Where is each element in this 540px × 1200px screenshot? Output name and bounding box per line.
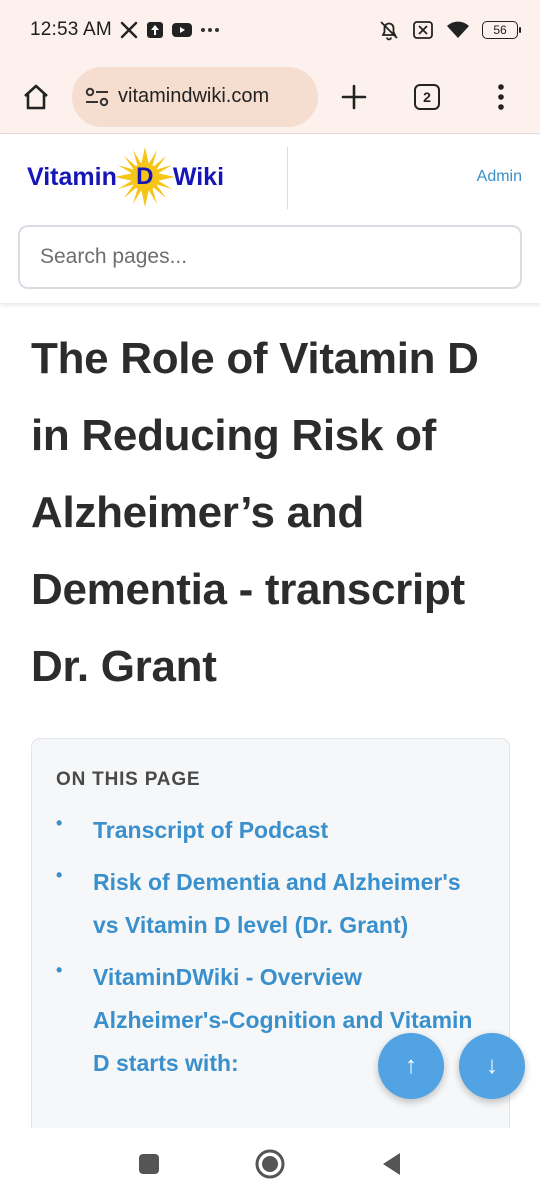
system-nav-bar — [0, 1128, 540, 1200]
tab-count: 2 — [414, 83, 440, 110]
logo-text-right: Wiki — [172, 162, 225, 191]
upload-icon — [146, 21, 164, 39]
recents-square-icon — [139, 1154, 159, 1174]
status-right: 56 — [378, 19, 521, 41]
more-dots-icon — [200, 27, 220, 33]
site-logo[interactable]: Vitamin D Wiki — [27, 147, 224, 207]
table-of-contents: ON THIS PAGE • Transcript of Podcast • R… — [31, 738, 510, 1178]
bell-muted-icon — [378, 19, 400, 41]
scroll-up-button[interactable]: ↑ — [378, 1033, 444, 1099]
home-button[interactable] — [12, 73, 60, 121]
recents-button[interactable] — [131, 1146, 167, 1182]
plus-icon — [341, 84, 367, 109]
address-bar[interactable]: vitamindwiki.com — [72, 66, 318, 127]
x-logo-icon — [120, 21, 138, 39]
battery-indicator: 56 — [482, 21, 521, 39]
admin-link[interactable]: Admin — [477, 168, 522, 186]
site-settings-icon[interactable] — [84, 86, 110, 108]
tab-switcher-button[interactable]: 2 — [403, 73, 451, 121]
toc-item-transcript[interactable]: • Transcript of Podcast — [56, 809, 485, 852]
logo-text-left: Vitamin — [27, 162, 117, 191]
logo-text-middle: D — [136, 163, 154, 190]
wifi-icon — [446, 20, 470, 40]
back-button[interactable] — [373, 1146, 409, 1182]
url-text: vitamindwiki.com — [118, 85, 270, 107]
arrow-up-icon: ↑ — [405, 1052, 417, 1079]
new-tab-button[interactable] — [330, 73, 378, 121]
toc-item-risk-of-dementia[interactable]: • Risk of Dementia and Alzheimer's vs Vi… — [56, 861, 485, 947]
back-triangle-icon — [383, 1153, 400, 1175]
bullet-icon: • — [56, 960, 63, 980]
status-bar: 12:53 AM 56 — [0, 0, 540, 60]
site-header: Vitamin D Wiki Admin Search pages... — [0, 135, 540, 303]
sim-disabled-icon — [412, 20, 434, 40]
home-icon — [24, 84, 48, 109]
browser-toolbar: vitamindwiki.com 2 — [0, 60, 540, 134]
scroll-down-button[interactable]: ↓ — [459, 1033, 525, 1099]
youtube-icon — [171, 22, 192, 38]
home-circle-icon — [255, 1149, 285, 1179]
toc-item-label: Risk of Dementia and Alzheimer's vs Vita… — [93, 869, 461, 938]
bullet-icon: • — [56, 813, 63, 833]
status-time: 12:53 AM — [30, 19, 112, 40]
kebab-menu-icon — [498, 83, 504, 110]
browser-menu-button[interactable] — [477, 73, 525, 121]
page-title: The Role of Vitamin D in Reducing Risk o… — [31, 334, 479, 691]
arrow-down-icon: ↓ — [486, 1052, 498, 1079]
bullet-icon: • — [56, 865, 63, 885]
search-box[interactable] — [18, 225, 522, 289]
search-input[interactable] — [40, 245, 500, 269]
sun-logo-icon: D — [114, 147, 175, 207]
header-divider — [287, 147, 288, 209]
toc-item-label: Transcript of Podcast — [93, 817, 329, 843]
status-left: 12:53 AM — [30, 19, 220, 41]
toc-heading: ON THIS PAGE — [56, 769, 201, 790]
system-home-button[interactable] — [252, 1146, 288, 1182]
